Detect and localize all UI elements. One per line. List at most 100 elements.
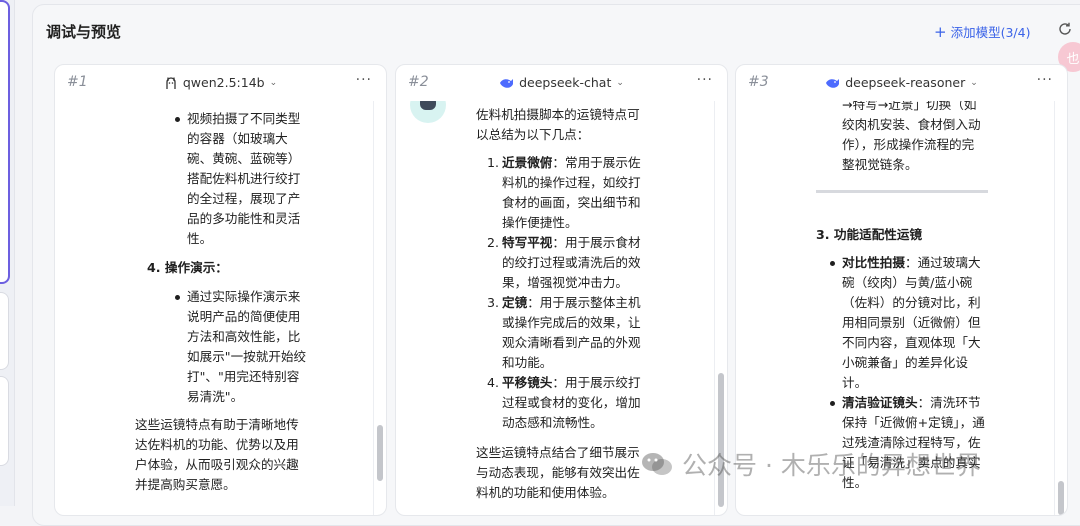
term-bold: 定镜: [502, 295, 528, 310]
text-line: 与动态表现，能够有效突出佐: [476, 465, 640, 480]
scrollbar[interactable]: [373, 101, 386, 515]
text-line: （佐料）的分镜对比，利: [842, 295, 981, 310]
text-line: 计。: [842, 375, 868, 390]
text-line: 如展示"一按就开始绞: [187, 349, 307, 364]
text-line: 的容器（如玻璃大: [187, 131, 288, 146]
model-name: deepseek-chat: [519, 75, 612, 90]
model-selector[interactable]: qwen2.5:14b ⌄: [55, 75, 386, 90]
term-bold: 清洁验证镜头: [842, 395, 918, 410]
refresh-icon[interactable]: [1057, 21, 1073, 37]
text-line: 整视觉链条。: [842, 157, 918, 172]
bullet-icon: [830, 261, 835, 266]
text-line: ：通过玻璃大: [904, 255, 981, 270]
text-line: 绞肉机安装、食材倒入动: [842, 117, 981, 132]
sidebar-card[interactable]: [0, 376, 9, 466]
sidebar-card-active[interactable]: [0, 0, 10, 284]
column-header: #1 qwen2.5:14b ⌄ ···: [55, 65, 386, 101]
text-line: 过程或食材的变化，增加: [502, 395, 641, 410]
panel-title: 调试与预览: [46, 23, 122, 41]
scrollbar[interactable]: [1054, 101, 1067, 515]
deepseek-whale-icon: [826, 78, 840, 88]
chevron-down-icon: ⌄: [269, 77, 278, 88]
term-bold: 特写平视: [502, 235, 553, 250]
term-bold: 近景微俯: [502, 155, 553, 170]
scrollbar-thumb[interactable]: [1058, 481, 1064, 515]
model-selector[interactable]: deepseek-reasoner ⌄: [736, 75, 1067, 90]
model-name: qwen2.5:14b: [182, 75, 265, 90]
text-line: 不同内容，直观体现「大: [842, 335, 981, 350]
text-line: 或操作完成后的效果，让: [502, 315, 641, 330]
text-line: 这些运镜特点有助于清晰地传: [135, 417, 299, 432]
text-line: 搭配佐料机进行绞打: [187, 171, 301, 186]
list-number: 4.: [487, 375, 500, 390]
text-line: 保持「近微俯+定镜」，通: [842, 415, 985, 430]
chevron-down-icon: ⌄: [616, 77, 624, 88]
text-line: 性。: [187, 231, 213, 246]
bullet-icon: [830, 401, 835, 406]
text-line: ：常用于展示佐: [552, 155, 641, 170]
response-content: 视频拍摄了不同类型 的容器（如玻璃大 碗、黄碗、蓝碗等） 搭配佐料机进行绞打 的…: [55, 101, 373, 515]
text-line: 作），形成操作流程的完: [842, 137, 975, 152]
text-line: 碗（绞肉）与黄/蓝小碗: [842, 275, 973, 290]
plus-icon: +: [934, 22, 947, 41]
text-line: 这些运镜特点结合了细节展示: [476, 445, 640, 460]
text-line: ：用于展示食材: [552, 235, 641, 250]
llama-icon: [166, 76, 176, 89]
text-line: 方法和高效性能，比: [187, 329, 301, 344]
text-line: 易清洗"。: [187, 389, 244, 404]
section-heading: 3. 功能适配性运镜: [816, 227, 923, 242]
text-line: 小碗兼备」的差异化设: [842, 355, 968, 370]
divider: [816, 190, 988, 193]
list-number: 1.: [487, 155, 500, 170]
scrollbar-thumb[interactable]: [718, 373, 724, 507]
scrollbar-thumb[interactable]: [377, 425, 383, 481]
bullet-icon: [175, 295, 180, 300]
watermark: 公众号 · 木乐乐的异想世界: [640, 446, 981, 482]
text-line: 通过实际操作演示来: [187, 289, 301, 304]
text-line: 视频拍摄了不同类型: [187, 111, 301, 126]
text-line: 说明产品的简便使用: [187, 309, 301, 324]
more-options-icon[interactable]: ···: [1037, 72, 1053, 88]
add-model-button[interactable]: + 添加模型(3/4): [934, 22, 1030, 41]
text-line: 食材的画面，突出细节和: [502, 195, 641, 210]
text-line: 观众清晰看到产品的外观: [502, 335, 641, 350]
term-bold: 对比性拍摄: [842, 255, 905, 270]
text-line: 打"、"用完还特别容: [187, 369, 300, 384]
text-line: 的绞打过程或清洗后的效: [502, 255, 641, 270]
bot-avatar: [410, 101, 446, 123]
term-bold: 平移镜头: [502, 375, 553, 390]
left-sidebar-strip: [0, 0, 15, 506]
text-line: 果，增强视觉冲击力。: [502, 275, 628, 290]
text-line: 料机的功能和使用体验。: [476, 485, 615, 500]
text-line: ：用于展示绞打: [552, 375, 641, 390]
model-column-1: #1 qwen2.5:14b ⌄ ··· 视频拍摄了不同类型 的容器（如玻璃大 …: [54, 64, 387, 516]
text-line: 户体验，从而吸引观众的兴趣: [135, 457, 299, 472]
more-options-icon[interactable]: ···: [356, 72, 372, 88]
column-header: #2 deepseek-chat ⌄ ···: [396, 65, 727, 101]
model-selector[interactable]: deepseek-chat ⌄: [396, 75, 727, 90]
text-line: ：用于展示整体主机: [527, 295, 641, 310]
bullet-icon: [175, 117, 180, 122]
more-options-icon[interactable]: ···: [697, 72, 713, 88]
chevron-down-icon: ⌄: [970, 77, 978, 88]
text-line: 用相同景别（近微俯）但: [842, 315, 981, 330]
deepseek-whale-icon: [500, 78, 514, 88]
wechat-icon: [642, 453, 672, 475]
column-header: #3 deepseek-reasoner ⌄ ···: [736, 65, 1067, 101]
text-line: 操作便捷性。: [502, 215, 578, 230]
text-line: ：清洗环节: [917, 395, 981, 410]
text-line: 的全过程，展现了产: [187, 191, 301, 206]
text-line: 料机的操作过程，如绞打: [502, 175, 641, 190]
sidebar-card[interactable]: [0, 292, 9, 370]
model-name: deepseek-reasoner: [845, 75, 966, 90]
text-line: 动态感和流畅性。: [502, 415, 603, 430]
text-line: →特写→近景」切换（如: [842, 101, 977, 112]
text-line: 达佐料机的功能、优势以及用: [135, 437, 299, 452]
section-heading: 4. 操作演示：: [147, 260, 228, 275]
list-number: 3.: [487, 295, 500, 310]
add-model-label: 添加模型(3/4): [950, 25, 1031, 40]
text-line: 以总结为以下几点：: [476, 127, 590, 142]
text-line: 碗、黄碗、蓝碗等）: [187, 151, 301, 166]
text-line: 佐料机拍摄脚本的运镜特点可: [476, 107, 640, 122]
list-number: 2.: [487, 235, 500, 250]
